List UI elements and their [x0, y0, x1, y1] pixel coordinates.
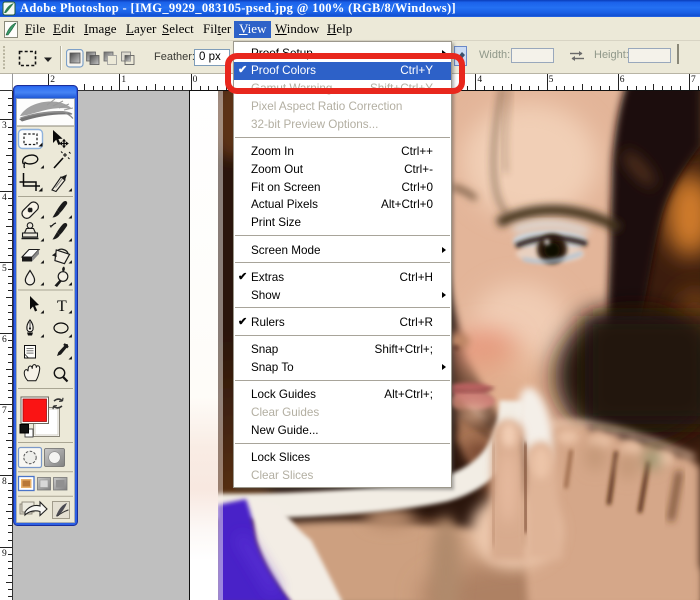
svg-text:T: T	[57, 298, 67, 315]
